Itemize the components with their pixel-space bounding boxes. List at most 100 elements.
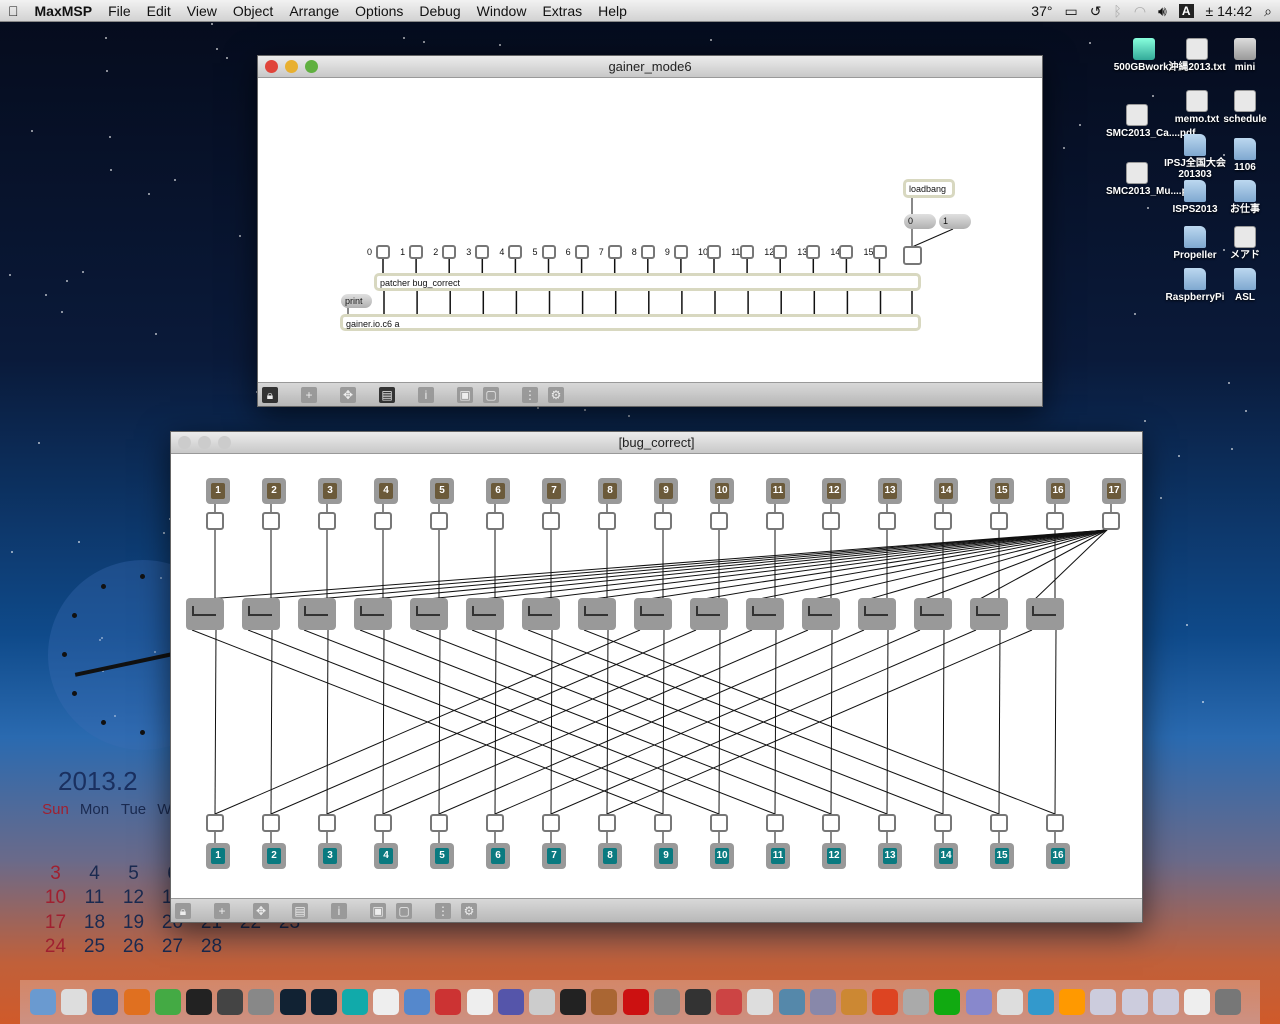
toggle[interactable]: [318, 512, 336, 530]
wifi-icon[interactable]: ◠: [1134, 3, 1146, 20]
toggle[interactable]: [1046, 512, 1064, 530]
dock-app-icon[interactable]: [1028, 989, 1054, 1015]
volume-icon[interactable]: 🔊︎: [1158, 3, 1167, 20]
patch-cord[interactable]: [774, 629, 777, 815]
gate-object[interactable]: [746, 598, 784, 630]
close-button[interactable]: [265, 60, 278, 73]
menu-file[interactable]: File: [100, 3, 139, 19]
patch-cord[interactable]: [830, 629, 833, 815]
patch-cord-control[interactable]: [249, 529, 1108, 601]
dock-app-icon[interactable]: [903, 989, 930, 1015]
message-1[interactable]: 1: [939, 214, 971, 229]
display-icon[interactable]: ▭: [1064, 3, 1077, 20]
calendar-day[interactable]: [114, 838, 153, 863]
calendar-day[interactable]: 18: [75, 912, 114, 937]
outlet-object[interactable]: 5: [430, 843, 454, 869]
dock-app-icon[interactable]: [185, 989, 212, 1015]
toggle[interactable]: [262, 814, 280, 832]
gate-object[interactable]: [1026, 598, 1064, 630]
toggle[interactable]: [934, 814, 952, 832]
outlet-object[interactable]: 13: [878, 843, 902, 869]
dock-app-icon[interactable]: [840, 989, 867, 1015]
loadbang-object[interactable]: loadbang: [903, 179, 955, 198]
calendar-day[interactable]: 11: [75, 887, 114, 912]
patch-cord[interactable]: [438, 629, 441, 815]
desktop-icon[interactable]: mini: [1214, 38, 1276, 73]
gate-object[interactable]: [802, 598, 840, 630]
inlet-object[interactable]: 14: [934, 478, 958, 504]
inlet-object[interactable]: 10: [710, 478, 734, 504]
dock-app-icon[interactable]: [466, 989, 493, 1015]
menu-extras[interactable]: Extras: [534, 3, 590, 19]
dock-app-icon[interactable]: [996, 989, 1023, 1015]
dock-app-icon[interactable]: [404, 989, 431, 1015]
inlet-object[interactable]: 2: [262, 478, 286, 504]
outlet-object[interactable]: 14: [934, 843, 958, 869]
dock-app-icon[interactable]: [497, 989, 524, 1015]
menu-arrange[interactable]: Arrange: [281, 3, 347, 19]
dock-app-icon[interactable]: [1183, 989, 1210, 1015]
gate-object[interactable]: [186, 598, 224, 630]
patch-cord[interactable]: [326, 629, 329, 815]
toggle[interactable]: [542, 512, 560, 530]
calendar-day[interactable]: [36, 838, 75, 863]
bluetooth-icon[interactable]: ᛒ: [1113, 3, 1121, 19]
outlet-object[interactable]: 10: [710, 843, 734, 869]
toggle[interactable]: [574, 245, 589, 259]
dock-app-icon[interactable]: [747, 989, 774, 1015]
presentation-icon[interactable]: ▤: [379, 387, 395, 403]
menu-app[interactable]: MaxMSP: [27, 3, 101, 19]
desktop-icon[interactable]: schedule: [1214, 90, 1276, 125]
outlet-object[interactable]: 15: [990, 843, 1014, 869]
calendar-day[interactable]: [270, 936, 309, 961]
patch-cord-swap[interactable]: [326, 629, 753, 815]
inlet-object[interactable]: 7: [542, 478, 566, 504]
dock-app-icon[interactable]: [154, 989, 181, 1015]
patcher-bug-correct-object[interactable]: patcher bug_correct: [374, 273, 921, 291]
menu-options[interactable]: Options: [347, 3, 411, 19]
toggle[interactable]: [710, 512, 728, 530]
inlet-object[interactable]: 11: [766, 478, 790, 504]
calendar-day[interactable]: 24: [36, 936, 75, 961]
inlet-object[interactable]: 3: [318, 478, 342, 504]
snap-icon[interactable]: ▢: [396, 903, 412, 919]
patch-cord-control[interactable]: [193, 529, 1108, 601]
toggle[interactable]: [839, 245, 854, 259]
dock-app-icon[interactable]: [279, 989, 306, 1015]
patch-cord-control[interactable]: [753, 529, 1108, 601]
patch-cord[interactable]: [911, 228, 954, 248]
outlet-object[interactable]: 7: [542, 843, 566, 869]
patch-cord[interactable]: [718, 629, 721, 815]
toggle[interactable]: [1046, 814, 1064, 832]
gate-object[interactable]: [858, 598, 896, 630]
dock-app-icon[interactable]: [341, 989, 368, 1015]
autolock-icon[interactable]: ⚙: [548, 387, 564, 403]
apple-menu-icon[interactable]: : [0, 3, 27, 19]
minimize-button[interactable]: [198, 436, 211, 449]
patch-cord-swap[interactable]: [214, 629, 641, 815]
outlet-object[interactable]: 12: [822, 843, 846, 869]
gate-object[interactable]: [466, 598, 504, 630]
calendar-day[interactable]: 4: [75, 863, 114, 888]
inlet-object[interactable]: 16: [1046, 478, 1070, 504]
move-icon[interactable]: ✥: [340, 387, 356, 403]
patch-cord-swap[interactable]: [438, 629, 865, 815]
outlet-object[interactable]: 11: [766, 843, 790, 869]
move-icon[interactable]: ✥: [253, 903, 269, 919]
patch-cord-control[interactable]: [473, 529, 1108, 601]
patch-cord[interactable]: [662, 629, 665, 815]
patch-cord-swap[interactable]: [494, 629, 921, 815]
toggle[interactable]: [607, 245, 622, 259]
dock-app-icon[interactable]: [248, 989, 275, 1015]
toggle[interactable]: [934, 512, 952, 530]
toggle[interactable]: [990, 814, 1008, 832]
dock-app-icon[interactable]: [1152, 989, 1179, 1015]
outlet-object[interactable]: 8: [598, 843, 622, 869]
toggle[interactable]: [486, 512, 504, 530]
lock-icon[interactable]: 🔒︎: [175, 903, 191, 919]
dock-app-icon[interactable]: [61, 989, 88, 1015]
inlet-object[interactable]: 5: [430, 478, 454, 504]
dock-app-icon[interactable]: [373, 989, 400, 1015]
gate-object[interactable]: [298, 598, 336, 630]
toggle[interactable]: [1102, 512, 1120, 530]
